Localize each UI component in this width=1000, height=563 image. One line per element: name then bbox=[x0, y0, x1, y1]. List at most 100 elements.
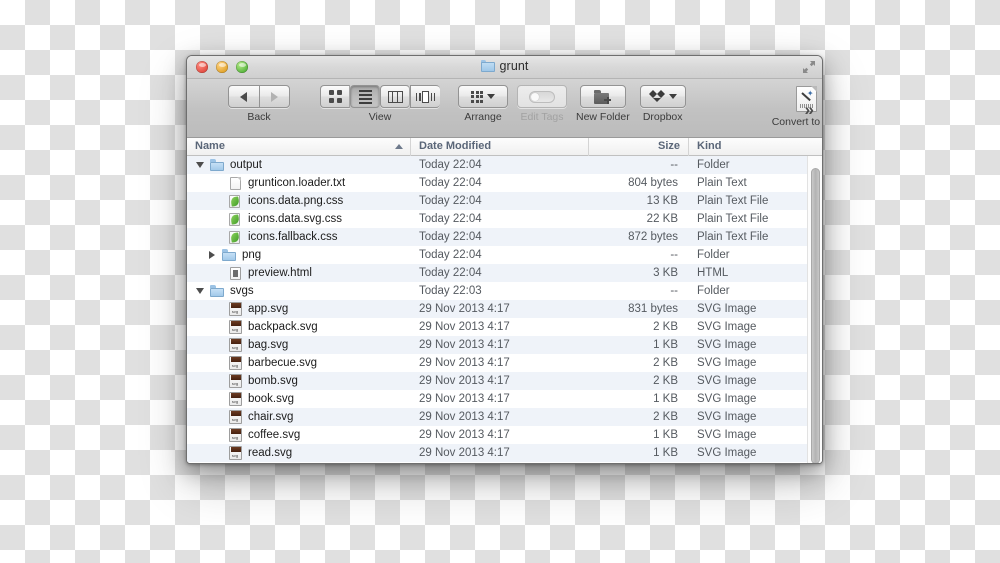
size-cell: 1 KB bbox=[653, 447, 678, 459]
new-folder-label: New Folder bbox=[576, 111, 630, 123]
date-modified-cell: 29 Nov 2013 4:17 bbox=[419, 357, 510, 369]
file-name-cell[interactable]: svg bomb.svg bbox=[187, 372, 411, 390]
kind-cell: HTML bbox=[697, 267, 729, 279]
fullscreen-arrows-icon[interactable] bbox=[802, 60, 816, 74]
size-cell: 1 KB bbox=[653, 393, 678, 405]
finder-window: grunt Back View Arrange Edit Tags New Fo… bbox=[186, 55, 823, 464]
table-row[interactable]: png Today 22:04 -- Folder bbox=[187, 246, 822, 264]
css-leaf-document-icon bbox=[228, 212, 242, 226]
list-view-icon bbox=[358, 89, 372, 104]
view-segmented-control[interactable] bbox=[320, 85, 440, 108]
table-row[interactable]: svg bag.svg 29 Nov 2013 4:17 1 KB SVG Image bbox=[187, 336, 822, 354]
file-name-cell[interactable]: svgs bbox=[187, 282, 411, 300]
navigation-segmented-control[interactable] bbox=[228, 85, 290, 108]
date-modified-cell: 29 Nov 2013 4:17 bbox=[419, 339, 510, 351]
file-name-cell[interactable]: icons.data.png.css bbox=[187, 192, 411, 210]
arrange-button[interactable] bbox=[458, 85, 508, 108]
date-modified-cell: Today 22:04 bbox=[419, 195, 482, 207]
file-icon-slot: svg bbox=[225, 410, 245, 424]
file-name-cell[interactable]: icons.fallback.css bbox=[187, 228, 411, 246]
minimize-button[interactable] bbox=[216, 61, 228, 73]
dropbox-label: Dropbox bbox=[642, 111, 683, 123]
view-list-button[interactable] bbox=[350, 85, 380, 108]
view-icon-button[interactable] bbox=[320, 85, 350, 108]
column-header-kind-label: Kind bbox=[697, 139, 722, 152]
column-header-date-label: Date Modified bbox=[419, 139, 492, 152]
file-name-cell[interactable]: output bbox=[187, 156, 411, 174]
table-row[interactable]: svg read.svg 29 Nov 2013 4:17 1 KB SVG Image bbox=[187, 444, 822, 462]
back-arrow-icon bbox=[240, 91, 248, 102]
disclosure-slot bbox=[193, 288, 207, 294]
table-row[interactable]: svg app.svg 29 Nov 2013 4:17 831 bytes SVG I… bbox=[187, 300, 822, 318]
file-name-cell[interactable]: preview.html bbox=[187, 264, 411, 282]
table-row[interactable]: output Today 22:04 -- Folder bbox=[187, 156, 822, 174]
edit-tags-button[interactable] bbox=[517, 85, 567, 108]
file-name-cell[interactable]: icons.data.svg.css bbox=[187, 210, 411, 228]
kind-cell: SVG Image bbox=[697, 357, 757, 369]
kind-cell: Folder bbox=[697, 249, 730, 261]
table-row[interactable]: icons.data.png.css Today 22:04 13 KB Plain … bbox=[187, 192, 822, 210]
column-header-name[interactable]: Name bbox=[187, 137, 411, 156]
close-button[interactable] bbox=[196, 61, 208, 73]
file-name-cell[interactable]: svg barbecue.svg bbox=[187, 354, 411, 372]
table-row[interactable]: svg coffee.svg 29 Nov 2013 4:17 1 KB SVG Ima… bbox=[187, 426, 822, 444]
chevron-down-icon bbox=[487, 94, 495, 99]
kind-cell: SVG Image bbox=[697, 447, 757, 459]
file-name-cell[interactable]: svg coffee.svg bbox=[187, 426, 411, 444]
table-row[interactable]: grunticon.loader.txt Today 22:04 804 bytes… bbox=[187, 174, 822, 192]
column-header-date[interactable]: Date Modified bbox=[411, 137, 589, 156]
new-folder-button[interactable] bbox=[579, 85, 626, 108]
scrollbar-thumb[interactable] bbox=[811, 168, 820, 463]
kind-cell: SVG Image bbox=[697, 321, 757, 333]
size-cell: -- bbox=[670, 249, 678, 261]
forward-button[interactable] bbox=[258, 85, 290, 108]
file-name-label: output bbox=[230, 159, 262, 171]
tag-pill-icon bbox=[529, 90, 555, 103]
new-folder-icon bbox=[594, 89, 612, 104]
table-row[interactable]: svg chair.svg 29 Nov 2013 4:17 2 KB SVG Imag… bbox=[187, 408, 822, 426]
view-column-button[interactable] bbox=[380, 85, 410, 108]
date-modified-cell: Today 22:04 bbox=[419, 177, 482, 189]
table-row[interactable]: icons.fallback.css Today 22:04 872 bytes Pl… bbox=[187, 228, 822, 246]
kind-cell: Plain Text File bbox=[697, 213, 769, 225]
html-document-icon bbox=[229, 266, 241, 280]
vertical-scrollbar[interactable] bbox=[807, 156, 822, 463]
dropbox-button[interactable] bbox=[639, 85, 686, 108]
window-titlebar[interactable]: grunt bbox=[187, 56, 822, 79]
forward-arrow-icon bbox=[270, 91, 278, 102]
file-name-cell[interactable]: svg chair.svg bbox=[187, 408, 411, 426]
file-name-cell[interactable]: png bbox=[187, 246, 411, 264]
table-row[interactable]: svg book.svg 29 Nov 2013 4:17 1 KB SVG Image bbox=[187, 390, 822, 408]
table-row[interactable]: preview.html Today 22:04 3 KB HTML bbox=[187, 264, 822, 282]
cover-flow-view-icon bbox=[415, 90, 436, 103]
file-list[interactable]: output Today 22:04 -- Folder grunticon.loade… bbox=[187, 156, 822, 463]
table-row[interactable]: icons.data.svg.css Today 22:04 22 KB Plain … bbox=[187, 210, 822, 228]
disclosure-triangle-expanded-icon[interactable] bbox=[196, 162, 204, 168]
file-name-cell[interactable]: svg app.svg bbox=[187, 300, 411, 318]
column-view-icon bbox=[387, 90, 403, 103]
kind-cell: SVG Image bbox=[697, 393, 757, 405]
table-row[interactable]: svg bomb.svg 29 Nov 2013 4:17 2 KB SVG Image bbox=[187, 372, 822, 390]
disclosure-triangle-expanded-icon[interactable] bbox=[196, 288, 204, 294]
file-name-label: barbecue.svg bbox=[248, 357, 318, 369]
date-modified-cell: Today 22:04 bbox=[419, 249, 482, 261]
back-button[interactable] bbox=[228, 85, 259, 108]
file-name-cell[interactable]: svg book.svg bbox=[187, 390, 411, 408]
size-cell: 3 KB bbox=[653, 267, 678, 279]
table-row[interactable]: svgs Today 22:03 -- Folder bbox=[187, 282, 822, 300]
file-name-cell[interactable]: svg bag.svg bbox=[187, 336, 411, 354]
column-header-kind[interactable]: Kind bbox=[689, 138, 808, 156]
file-name-cell[interactable]: grunticon.loader.txt bbox=[187, 174, 411, 192]
disclosure-triangle-collapsed-icon[interactable] bbox=[209, 251, 215, 259]
kind-cell: SVG Image bbox=[697, 411, 757, 423]
maximize-button[interactable] bbox=[236, 61, 248, 73]
column-header-size[interactable]: Size bbox=[589, 137, 689, 156]
file-icon-slot bbox=[207, 159, 227, 171]
file-name-cell[interactable]: svg backpack.svg bbox=[187, 318, 411, 336]
toolbar-overflow-button[interactable]: » bbox=[805, 101, 814, 118]
table-row[interactable]: svg backpack.svg 29 Nov 2013 4:17 2 KB SVG I… bbox=[187, 318, 822, 336]
date-modified-cell: Today 22:04 bbox=[419, 213, 482, 225]
table-row[interactable]: svg barbecue.svg 29 Nov 2013 4:17 2 KB SVG I… bbox=[187, 354, 822, 372]
view-coverflow-button[interactable] bbox=[410, 85, 440, 108]
file-name-cell[interactable]: svg read.svg bbox=[187, 444, 411, 462]
